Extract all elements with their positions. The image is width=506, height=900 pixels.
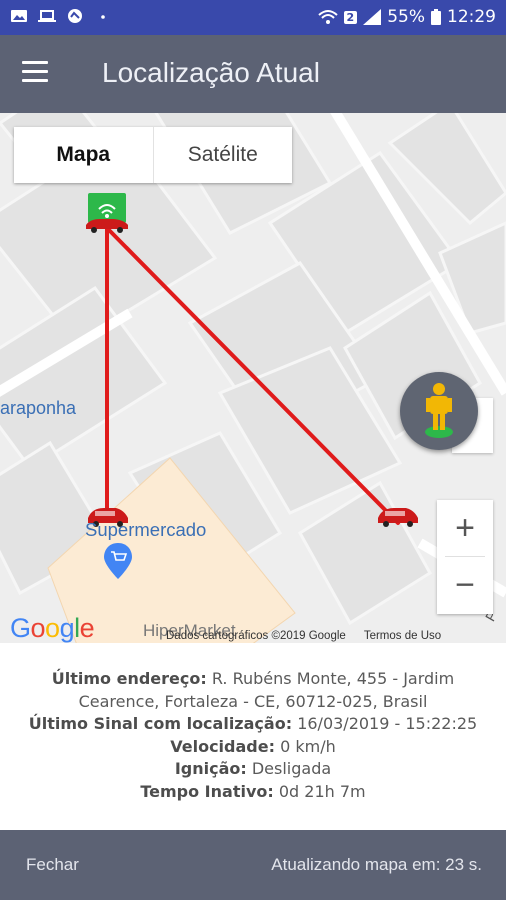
last-signal-value: 16/03/2019 - 15:22:25 [297,714,478,733]
vehicle-info-panel: Último endereço: R. Rubéns Monte, 455 - … [0,643,506,855]
ignition-value: Desligada [251,759,332,778]
gallery-icon [11,10,27,22]
map-type-map-option[interactable]: Mapa [14,127,154,183]
attribution-text: Dados cartográficos ©2019 Google [166,630,346,642]
wifi-icon [317,10,338,24]
app-bar: Localização Atual [0,35,506,113]
ignition-label: Ignição: [174,759,247,778]
street-view-pegman-icon[interactable] [400,372,478,450]
page-title: Localização Atual [102,57,320,88]
signal-marker-icon[interactable] [86,193,128,233]
street-label: araponha [0,398,77,418]
map-type-toggle: Mapa Satélite [14,127,292,183]
signal-icon [363,9,382,25]
laptop-icon [38,10,56,22]
last-address-value-2: Cearence, Fortaleza - CE, 60712-025, Bra… [78,691,428,711]
battery-icon [431,9,441,25]
last-address-label: Último endereço: [51,669,207,688]
refresh-countdown: Atualizando mapa em: 23 s. [271,855,482,874]
clock: 12:29 [447,7,496,27]
map-view[interactable]: Mapa Satélite araponha Supermercado Hipe… [0,113,506,643]
map-type-satellite-option[interactable]: Satélite [154,127,293,183]
idle-time-value: 0d 21h 7m [278,781,366,801]
security-icon [68,9,82,23]
terms-link[interactable]: Termos de Uso [364,630,441,642]
zoom-out-button[interactable]: − [437,557,493,613]
last-address-value-1: R. Rubéns Monte, 455 - Jardim [211,669,455,688]
google-logo: Google [10,613,95,643]
map-attribution: Dados cartográficos ©2019 Google Termos d… [166,630,441,642]
supermarket-label: Supermercado [85,519,207,540]
last-signal-label: Último Sinal com localização: [28,714,293,733]
hamburger-menu-icon[interactable] [22,61,58,87]
status-bar: 2 55% 12:29 [0,0,506,35]
battery-percent: 55% [387,7,425,27]
speed-value: 0 km/h [280,736,336,756]
speed-label: Velocidade: [170,736,275,756]
sim-badge: 2 [343,10,358,24]
dot-icon [101,15,105,19]
bottom-bar: Fechar Atualizando mapa em: 23 s. [0,830,506,900]
zoom-in-button[interactable]: + [437,500,493,556]
zoom-controls: + − [437,500,493,614]
close-button[interactable]: Fechar [26,855,79,875]
idle-time-label: Tempo Inativo: [140,781,274,801]
